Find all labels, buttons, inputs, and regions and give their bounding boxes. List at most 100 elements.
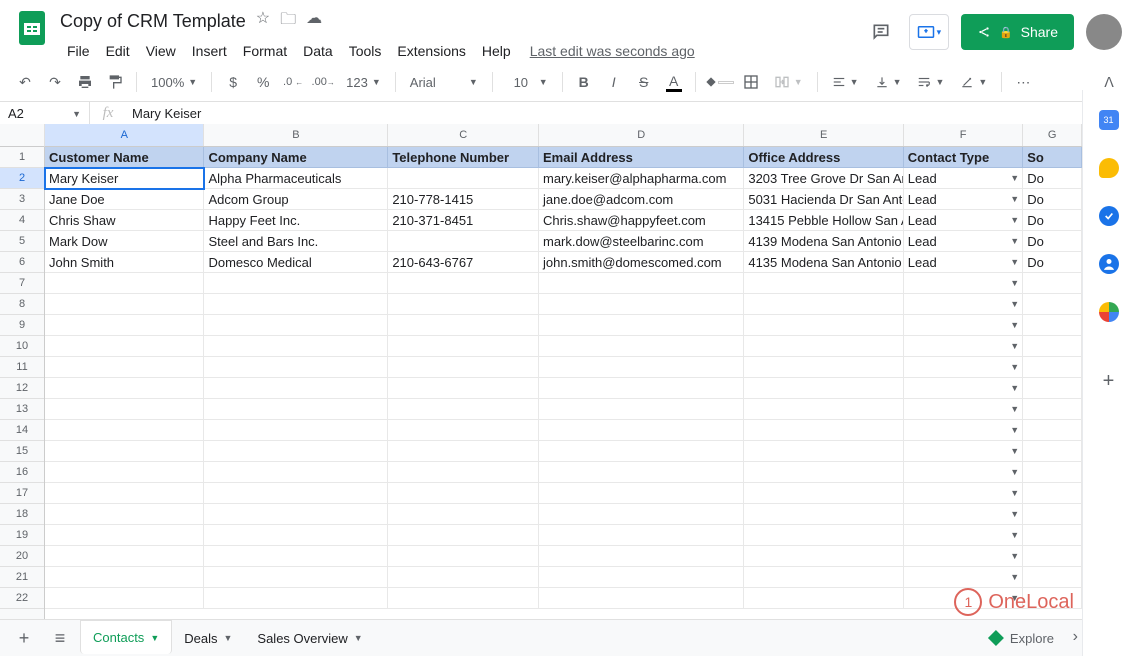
cell-G20[interactable] [1023,546,1082,567]
dropdown-arrow-icon[interactable]: ▼ [1010,530,1019,540]
cell-A9[interactable] [45,315,204,336]
cell-D21[interactable] [539,567,744,588]
column-header-F[interactable]: F [904,124,1023,146]
cell-D3[interactable]: jane.doe@adcom.com [539,189,744,210]
cell-E20[interactable] [744,546,903,567]
cell-E3[interactable]: 5031 Hacienda Dr San Antonio [744,189,903,210]
row-header-13[interactable]: 13 [0,399,44,420]
last-edit-link[interactable]: Last edit was seconds ago [530,43,695,59]
cell-G22[interactable] [1023,588,1082,609]
cell-G12[interactable] [1023,378,1082,399]
cell-E22[interactable] [744,588,903,609]
cell-D4[interactable]: Chris.shaw@happyfeet.com [539,210,744,231]
all-sheets-button[interactable]: ≡ [44,622,76,654]
cell-G16[interactable] [1023,462,1082,483]
row-header-22[interactable]: 22 [0,588,44,609]
cell-D12[interactable] [539,378,744,399]
comment-history-icon[interactable] [865,16,897,48]
cell-A15[interactable] [45,441,204,462]
cell-F14[interactable]: ▼ [904,420,1023,441]
cell-G7[interactable] [1023,273,1082,294]
cell-C2[interactable] [388,168,539,189]
cell-F6[interactable]: Lead▼ [904,252,1023,273]
sheet-tab-sales-overview[interactable]: Sales Overview▼ [245,621,375,655]
decrease-decimal-button[interactable]: .0 ← [280,69,306,95]
cell-F4[interactable]: Lead▼ [904,210,1023,231]
cell-B13[interactable] [204,399,388,420]
cell-F21[interactable]: ▼ [904,567,1023,588]
cell-F17[interactable]: ▼ [904,483,1023,504]
cell-C10[interactable] [388,336,539,357]
cell-C13[interactable] [388,399,539,420]
tasks-icon[interactable] [1099,206,1119,226]
cell-D15[interactable] [539,441,744,462]
row-header-10[interactable]: 10 [0,336,44,357]
cell-G6[interactable]: Do [1023,252,1082,273]
row-header-17[interactable]: 17 [0,483,44,504]
cell-C8[interactable] [388,294,539,315]
cell-B4[interactable]: Happy Feet Inc. [204,210,388,231]
row-header-6[interactable]: 6 [0,252,44,273]
cell-D19[interactable] [539,525,744,546]
cell-A10[interactable] [45,336,204,357]
cell-C5[interactable] [388,231,539,252]
cell-E5[interactable]: 4139 Modena San Antonio [744,231,903,252]
cell-F2[interactable]: Lead▼ [904,168,1023,189]
cell-F18[interactable]: ▼ [904,504,1023,525]
cell-G15[interactable] [1023,441,1082,462]
add-sheet-button[interactable]: + [8,622,40,654]
row-header-21[interactable]: 21 [0,567,44,588]
menu-data[interactable]: Data [296,39,340,63]
cell-A22[interactable] [45,588,204,609]
cell-E7[interactable] [744,273,903,294]
cell-B16[interactable] [204,462,388,483]
cell-B12[interactable] [204,378,388,399]
menu-tools[interactable]: Tools [342,39,389,63]
cell-C20[interactable] [388,546,539,567]
cell-A6[interactable]: John Smith [45,252,204,273]
cells-area[interactable]: Customer NameCompany NameTelephone Numbe… [45,147,1082,619]
cell-G1[interactable]: So [1023,147,1082,168]
column-header-G[interactable]: G [1023,124,1082,146]
cell-C16[interactable] [388,462,539,483]
row-header-5[interactable]: 5 [0,231,44,252]
cell-D20[interactable] [539,546,744,567]
cell-B5[interactable]: Steel and Bars Inc. [204,231,388,252]
contacts-icon[interactable] [1099,254,1119,274]
text-wrap-dropdown[interactable]: ▼ [911,69,950,95]
cell-F20[interactable]: ▼ [904,546,1023,567]
cell-C19[interactable] [388,525,539,546]
menu-help[interactable]: Help [475,39,518,63]
cell-B11[interactable] [204,357,388,378]
cell-G8[interactable] [1023,294,1082,315]
print-button[interactable] [72,69,98,95]
merge-cells-dropdown[interactable]: ▼ [768,69,809,95]
menu-extensions[interactable]: Extensions [390,39,472,63]
fill-color-button[interactable] [704,69,734,95]
menu-view[interactable]: View [139,39,183,63]
cell-B22[interactable] [204,588,388,609]
dropdown-arrow-icon[interactable]: ▼ [1010,194,1019,204]
cell-E12[interactable] [744,378,903,399]
row-header-14[interactable]: 14 [0,420,44,441]
cell-G5[interactable]: Do [1023,231,1082,252]
cloud-status-icon[interactable]: ☁ [306,8,322,35]
cell-B15[interactable] [204,441,388,462]
text-color-button[interactable]: A [661,69,687,95]
dropdown-arrow-icon[interactable]: ▼ [1010,236,1019,246]
cell-E13[interactable] [744,399,903,420]
cell-F16[interactable]: ▼ [904,462,1023,483]
dropdown-arrow-icon[interactable]: ▼ [1010,509,1019,519]
cell-B2[interactable]: Alpha Pharmaceuticals [204,168,388,189]
dropdown-arrow-icon[interactable]: ▼ [1010,278,1019,288]
addons-button[interactable]: + [1103,370,1115,393]
cell-A3[interactable]: Jane Doe [45,189,204,210]
cell-F15[interactable]: ▼ [904,441,1023,462]
sheet-tab-deals[interactable]: Deals▼ [172,621,245,655]
sheet-nav-right[interactable]: › [1073,628,1078,646]
cell-B1[interactable]: Company Name [204,147,388,168]
cell-D8[interactable] [539,294,744,315]
row-header-1[interactable]: 1 [0,147,44,168]
row-header-11[interactable]: 11 [0,357,44,378]
cell-E11[interactable] [744,357,903,378]
